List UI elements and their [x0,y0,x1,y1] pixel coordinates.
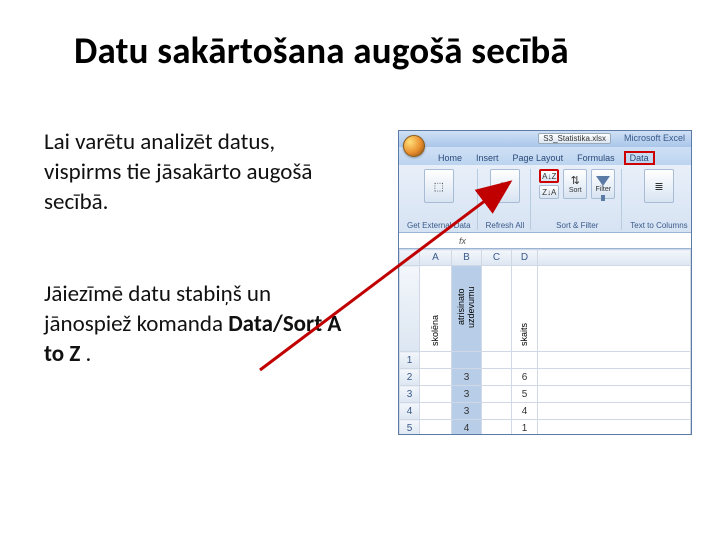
hdr-D: skaits [512,266,538,352]
sort-small-buttons: A↓Z Z↓A [539,169,559,199]
ribbon-group-connections: ↻ Refresh All [484,169,532,230]
paragraph-1: Lai varētu analizēt datus, vispirms tie … [44,128,344,218]
table-row: 236 [400,369,691,386]
excel-filename: S3_Statistika.xlsx [538,133,611,144]
tab-home: Home [431,150,469,165]
worksheet-grid: A B C D skolēna atrisinato uzdevumu skai… [399,249,691,434]
sort-glyph: ⇅ [571,174,580,187]
hdr-C [482,266,512,352]
column-headers: A B C D [400,250,691,266]
formula-bar: fx [399,233,691,249]
ribbon-label-refresh: Refresh All [486,221,525,230]
col-B: B [452,250,482,266]
tab-page-layout: Page Layout [506,150,571,165]
table-row: 335 [400,386,691,403]
ribbon-group-external: ⬚ Get External Data [405,169,478,230]
sort-dialog-icon: ⇅ Sort [563,169,587,199]
paragraph-2: Jāiezīmē datu stabiņš un jānospiež koman… [44,280,344,370]
sort-a-to-z-button: A↓Z [539,169,559,183]
col-D: D [512,250,538,266]
tab-data: Data [624,151,655,165]
ribbon-label-ttc: Text to Columns [630,221,687,230]
funnel-icon [596,176,610,186]
table-row: 434 [400,403,691,420]
sort-z-to-a-button: Z↓A [539,185,559,199]
header-row: skolēna atrisinato uzdevumu skaits [400,266,691,352]
corner-cell [400,250,420,266]
filter-label: Filter [596,186,612,193]
ribbon-label-sortfilter: Sort & Filter [556,221,598,230]
hdr-A: skolēna [420,266,452,352]
hdr-rest [538,266,691,352]
ribbon-tabs: Home Insert Page Layout Formulas Data [399,147,691,165]
table-row: 1 [400,352,691,369]
excel-screenshot: S3_Statistika.xlsx Microsoft Excel Home … [398,130,692,435]
rowhdr-blank [400,266,420,352]
ribbon: ⬚ Get External Data ↻ Refresh All A↓Z Z↓… [399,165,691,233]
excel-brand: Microsoft Excel [624,133,685,143]
col-C: C [482,250,512,266]
office-button-icon [403,135,425,157]
fx-icon: fx [455,236,470,246]
ribbon-group-datatools: ≣ Text to Columns [628,169,693,230]
table-row: 541 [400,420,691,435]
get-external-data-icon: ⬚ [424,169,454,203]
filter-icon: Filter [591,169,615,199]
sort-label: Sort [569,187,582,194]
excel-titlebar: S3_Statistika.xlsx Microsoft Excel [399,131,691,147]
ribbon-group-sort-filter: A↓Z Z↓A ⇅ Sort Filter Sort & Filter [537,169,622,230]
col-rest [538,250,691,266]
ribbon-label-external: Get External Data [407,221,471,230]
paragraph-2c: . [80,340,91,368]
col-A: A [420,250,452,266]
sheet-table: A B C D skolēna atrisinato uzdevumu skai… [399,249,691,434]
refresh-icon: ↻ [490,169,520,203]
text-to-columns-icon: ≣ [644,169,674,203]
hdr-B: atrisinato uzdevumu [452,266,482,352]
slide-title: Datu sakārtošana augošā secībā [74,28,569,73]
tab-formulas: Formulas [570,150,622,165]
tab-insert: Insert [469,150,506,165]
